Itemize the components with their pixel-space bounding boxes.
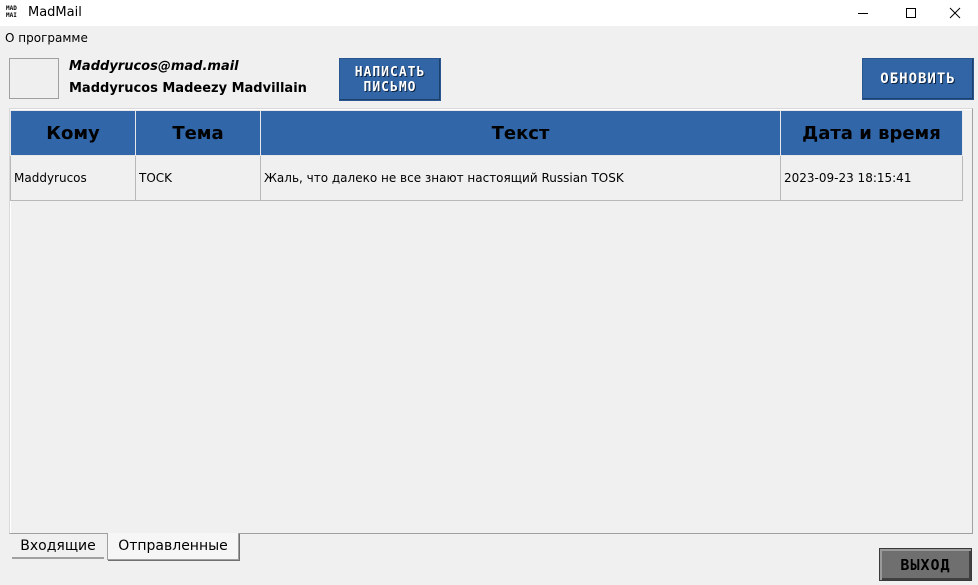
window-title: MadMail <box>28 5 82 20</box>
tab-inbox[interactable]: Входящие <box>12 534 104 559</box>
refresh-button[interactable]: ОБНОВИТЬ <box>862 58 974 100</box>
maximize-icon <box>906 8 916 18</box>
svg-text:MAD: MAD <box>6 5 17 12</box>
cell-subject[interactable]: TOCK <box>135 155 261 201</box>
compose-button[interactable]: НАПИСАТЬ ПИСЬМО <box>339 58 441 101</box>
cell-text[interactable]: Жаль, что далеко не все знают настоящий … <box>260 155 781 201</box>
column-header-datetime[interactable]: Дата и время <box>780 110 963 156</box>
menu-about[interactable]: О программе <box>5 31 88 45</box>
svg-text:MAI: MAI <box>6 12 17 19</box>
minimize-icon <box>858 13 868 14</box>
close-button[interactable] <box>932 0 978 26</box>
user-email: Maddyrucos@mad.mail <box>69 59 239 74</box>
compose-label-line1: НАПИСАТЬ <box>354 64 426 80</box>
tab-sent[interactable]: Отправленные <box>107 533 239 560</box>
column-header-to[interactable]: Кому <box>10 110 136 156</box>
avatar <box>9 58 59 99</box>
column-header-subject[interactable]: Тема <box>135 110 261 156</box>
cell-to[interactable]: Maddyrucos <box>10 155 136 201</box>
cell-datetime[interactable]: 2023-09-23 18:15:41 <box>780 155 963 201</box>
madmail-logo-icon: MAD MAI <box>5 3 22 20</box>
table-header-row: Кому Тема Текст Дата и время <box>10 110 963 156</box>
minimize-button[interactable] <box>840 0 886 26</box>
messages-table: Кому Тема Текст Дата и время Maddyrucos … <box>10 110 963 201</box>
compose-label-line2: ПИСЬМО <box>363 79 417 95</box>
user-name: Maddyrucos Madeezy Madvillain <box>69 81 307 96</box>
column-header-text[interactable]: Текст <box>260 110 781 156</box>
close-icon <box>949 7 961 19</box>
maximize-button[interactable] <box>888 0 934 26</box>
exit-button[interactable]: ВЫХОД <box>879 548 972 581</box>
table-row[interactable]: Maddyrucos TOCK Жаль, что далеко не все … <box>10 155 963 201</box>
title-bar: MAD MAI MadMail <box>0 0 978 26</box>
menu-bar: О программе <box>0 27 978 47</box>
